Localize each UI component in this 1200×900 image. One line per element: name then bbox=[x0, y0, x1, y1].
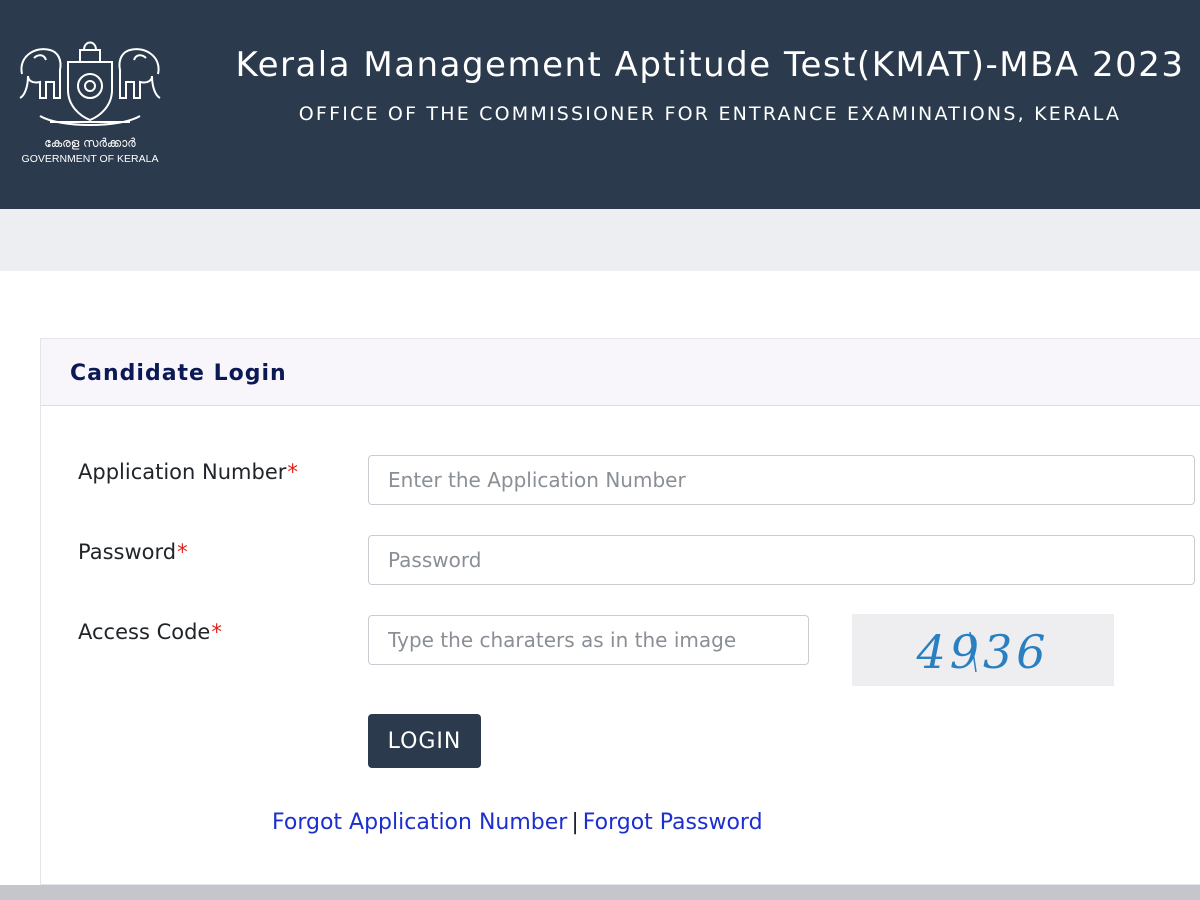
access-code-label: Access Code* bbox=[78, 620, 222, 644]
page-subtitle: OFFICE OF THE COMMISSIONER FOR ENTRANCE … bbox=[298, 103, 1122, 125]
application-number-input[interactable] bbox=[368, 455, 1195, 505]
password-label-text: Password bbox=[78, 540, 177, 564]
government-emblem: കേരള സർക്കാർ GOVERNMENT OF KERALA bbox=[10, 36, 170, 168]
application-number-label: Application Number* bbox=[78, 460, 298, 484]
password-label: Password* bbox=[78, 540, 188, 564]
password-input[interactable] bbox=[368, 535, 1195, 585]
captcha-image: 4936 bbox=[852, 614, 1114, 686]
access-code-label-text: Access Code bbox=[78, 620, 211, 644]
footer-bar bbox=[0, 885, 1200, 900]
kerala-emblem-icon bbox=[19, 41, 161, 126]
forgot-application-number-link[interactable]: Forgot Application Number bbox=[272, 810, 567, 835]
emblem-malayalam-text: കേരള സർക്കാർ bbox=[44, 136, 136, 150]
recovery-links: Forgot Application Number | Forgot Passwor… bbox=[272, 810, 763, 835]
site-header: കേരള സർക്കാർ GOVERNMENT OF KERALA Kerala… bbox=[0, 0, 1200, 209]
captcha-text: 4936 bbox=[915, 625, 1049, 679]
login-button[interactable]: LOGIN bbox=[368, 714, 481, 768]
login-card-title: Candidate Login bbox=[70, 361, 287, 386]
login-card: Candidate Login bbox=[40, 338, 1200, 885]
required-mark: * bbox=[211, 620, 222, 644]
login-card-header: Candidate Login bbox=[41, 339, 1200, 406]
required-mark: * bbox=[287, 460, 298, 484]
forgot-password-link[interactable]: Forgot Password bbox=[583, 810, 763, 835]
required-mark: * bbox=[177, 540, 188, 564]
application-number-label-text: Application Number bbox=[78, 460, 287, 484]
captcha-graphic: 4936 bbox=[915, 625, 1049, 679]
link-separator: | bbox=[571, 810, 579, 835]
page-title: Kerala Management Aptitude Test(KMAT)-MB… bbox=[235, 45, 1185, 85]
access-code-input[interactable] bbox=[368, 615, 809, 665]
emblem-english-text: GOVERNMENT OF KERALA bbox=[21, 153, 159, 165]
sub-header-bar bbox=[0, 209, 1200, 271]
